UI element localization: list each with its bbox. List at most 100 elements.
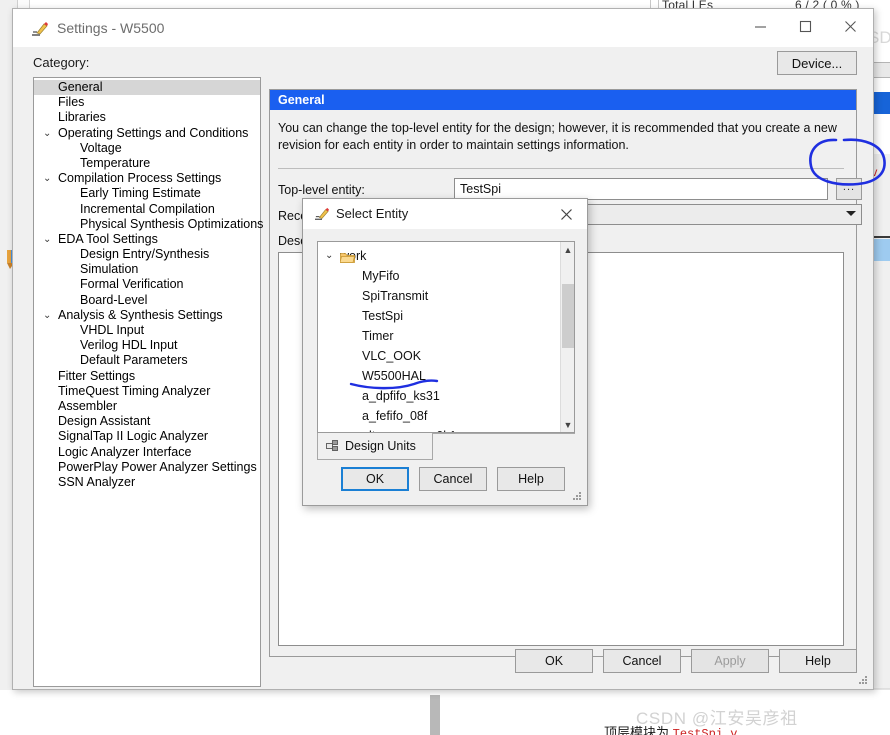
- sidebar-item-physical-synthesis-optimizations[interactable]: Physical Synthesis Optimizations: [34, 217, 263, 232]
- entity-tree[interactable]: ⌄work MyFifo SpiTransmit TestSpi Timer VLC_OO…: [317, 241, 575, 433]
- sidebar-item-timequest-timing-analyzer[interactable]: TimeQuest Timing Analyzer: [34, 384, 260, 399]
- sidebar-item-early-timing-estimate[interactable]: Early Timing Estimate: [34, 186, 260, 201]
- panel-description-text: You can change the top-level entity for …: [278, 121, 837, 152]
- sidebar-item-vhdl-input[interactable]: VHDL Input: [34, 323, 260, 338]
- bottom-caption-prefix: 顶层模块为: [604, 725, 673, 735]
- entity-tree-item[interactable]: W5500HAL: [318, 366, 574, 386]
- sidebar-item-eda-tool-settings[interactable]: ⌄ EDA Tool Settings: [34, 232, 260, 247]
- sidebar-item-libraries[interactable]: Libraries: [34, 110, 260, 125]
- folder-icon: [339, 250, 356, 263]
- sidebar-item-simulation[interactable]: Simulation: [34, 262, 260, 277]
- category-item-label: Incremental Compilation: [80, 201, 215, 216]
- minimize-icon[interactable]: [738, 9, 783, 43]
- sidebar-item-design-entry-synthesis[interactable]: Design Entry/Synthesis: [34, 247, 260, 262]
- sidebar-item-board-level[interactable]: Board-Level: [34, 293, 260, 308]
- sidebar-item-default-parameters[interactable]: Default Parameters: [34, 353, 260, 368]
- entity-tree-item[interactable]: TestSpi: [318, 306, 574, 326]
- maximize-icon[interactable]: [783, 9, 828, 43]
- select-entity-cancel-button[interactable]: Cancel: [419, 467, 487, 491]
- close-icon[interactable]: [828, 9, 873, 43]
- category-item-label: Formal Verification: [80, 277, 184, 292]
- category-item-label: Verilog HDL Input: [80, 338, 178, 353]
- entity-tree-item-label: Timer: [362, 329, 394, 343]
- entity-tree-item-label: VLC_OOK: [362, 349, 422, 363]
- sidebar-item-ssn-analyzer[interactable]: SSN Analyzer: [34, 475, 260, 490]
- tab-design-units[interactable]: Design Units: [317, 433, 433, 460]
- chevron-down-icon[interactable]: ⌄: [43, 171, 51, 186]
- panel-divider: [278, 168, 844, 169]
- entity-tree-item-label: a_fefifo_08f: [362, 409, 428, 423]
- sidebar-item-verilog-hdl-input[interactable]: Verilog HDL Input: [34, 338, 260, 353]
- chevron-down-icon[interactable]: ⌄: [43, 308, 51, 323]
- sidebar-item-temperature[interactable]: Temperature: [34, 156, 260, 171]
- entity-tree-item[interactable]: Timer: [318, 326, 574, 346]
- scrollbar-track[interactable]: [562, 300, 574, 348]
- entity-tree-item[interactable]: VLC_OOK: [318, 346, 574, 366]
- select-entity-buttons: OK Cancel Help: [341, 467, 565, 491]
- top-level-entity-input[interactable]: TestSpi: [454, 178, 828, 200]
- category-tree-panel[interactable]: General Files Libraries ⌄ Operating Settings…: [33, 77, 263, 687]
- entity-tree-item[interactable]: altsyncram_q0k1: [318, 426, 574, 432]
- entity-tree-scrollbar[interactable]: ▲ ▼: [560, 242, 574, 432]
- cancel-button[interactable]: Cancel: [603, 649, 681, 673]
- design-units-icon: [326, 440, 338, 451]
- category-item-label: VHDL Input: [80, 323, 145, 337]
- chevron-down-icon[interactable]: [846, 211, 856, 216]
- sidebar-item-files[interactable]: Files: [34, 95, 260, 110]
- entity-tree-item[interactable]: a_fefifo_08f: [318, 406, 574, 426]
- sidebar-item-voltage[interactable]: Voltage: [34, 141, 260, 156]
- tab-design-units-label: Design Units: [345, 439, 416, 453]
- sidebar-item-fitter-settings[interactable]: Fitter Settings: [34, 369, 260, 384]
- select-entity-dialog: Select Entity ⌄work MyFifo SpiTransmit Test…: [302, 198, 588, 506]
- category-item-label: PowerPlay Power Analyzer Settings: [58, 459, 257, 474]
- category-item-label: Temperature: [80, 155, 151, 170]
- entity-tree-item[interactable]: ⌄work: [318, 246, 574, 266]
- category-item-label: Libraries: [58, 110, 106, 125]
- sidebar-item-assembler[interactable]: Assembler: [34, 399, 260, 414]
- sidebar-item-powerplay-power-analyzer-settings[interactable]: PowerPlay Power Analyzer Settings: [34, 460, 260, 475]
- help-button[interactable]: Help: [779, 649, 857, 673]
- sidebar-item-incremental-compilation[interactable]: Incremental Compilation: [34, 202, 260, 217]
- category-item-label: General: [58, 80, 103, 94]
- close-icon[interactable]: [545, 199, 587, 229]
- select-entity-ok-button[interactable]: OK: [341, 467, 409, 491]
- sidebar-item-operating-settings-and-conditions[interactable]: ⌄ Operating Settings and Conditions: [34, 126, 260, 141]
- entity-tab-strip: Design Units: [317, 433, 575, 460]
- browse-entity-button[interactable]: ...: [836, 178, 862, 200]
- sidebar-item-analysis-synthesis-settings[interactable]: ⌄ Analysis & Synthesis Settings: [34, 308, 260, 323]
- category-item-label: Assembler: [58, 398, 118, 413]
- category-item-label: Default Parameters: [80, 353, 188, 368]
- category-item-label: Early Timing Estimate: [80, 186, 201, 201]
- device-button[interactable]: Device...: [777, 51, 857, 75]
- scroll-down-icon[interactable]: ▼: [561, 417, 574, 432]
- sidebar-item-compilation-process-settings[interactable]: ⌄ Compilation Process Settings: [34, 171, 260, 186]
- resize-grip-icon[interactable]: [858, 675, 868, 685]
- scrollbar-thumb[interactable]: [562, 284, 574, 300]
- sidebar-item-formal-verification[interactable]: Formal Verification: [34, 277, 260, 292]
- entity-tree-list[interactable]: ⌄work MyFifo SpiTransmit TestSpi Timer VLC_OO…: [318, 242, 574, 432]
- category-item-label: SSN Analyzer: [58, 474, 136, 489]
- category-item-label: Fitter Settings: [58, 368, 136, 383]
- entity-tree-item-label: W5500HAL: [362, 369, 426, 383]
- entity-tree-item[interactable]: a_dpfifo_ks31: [318, 386, 574, 406]
- category-list[interactable]: General Files Libraries ⌄ Operating Settings…: [34, 78, 263, 490]
- chevron-down-icon[interactable]: ⌄: [43, 126, 51, 141]
- bottom-caption-code: TestSpi.v: [672, 727, 738, 735]
- sidebar-item-logic-analyzer-interface[interactable]: Logic Analyzer Interface: [34, 445, 260, 460]
- chevron-down-icon[interactable]: ⌄: [43, 232, 51, 247]
- category-item-label: Simulation: [80, 262, 139, 277]
- sidebar-item-design-assistant[interactable]: Design Assistant: [34, 414, 260, 429]
- chevron-down-icon[interactable]: ⌄: [325, 246, 333, 266]
- resize-grip-icon[interactable]: [572, 491, 582, 501]
- scroll-up-icon[interactable]: ▲: [561, 242, 574, 257]
- sidebar-item-general[interactable]: General: [34, 80, 260, 96]
- select-entity-help-button[interactable]: Help: [497, 467, 565, 491]
- entity-tree-item[interactable]: MyFifo: [318, 266, 574, 286]
- background-bottom-gutter: [430, 695, 440, 735]
- settings-title-bar[interactable]: Settings - W5500: [13, 9, 873, 47]
- select-entity-title-text: Select Entity: [336, 206, 409, 221]
- ok-button[interactable]: OK: [515, 649, 593, 673]
- select-entity-title-bar[interactable]: Select Entity: [303, 199, 587, 229]
- sidebar-item-signaltap-ii-logic-analyzer[interactable]: SignalTap II Logic Analyzer: [34, 429, 260, 444]
- entity-tree-item[interactable]: SpiTransmit: [318, 286, 574, 306]
